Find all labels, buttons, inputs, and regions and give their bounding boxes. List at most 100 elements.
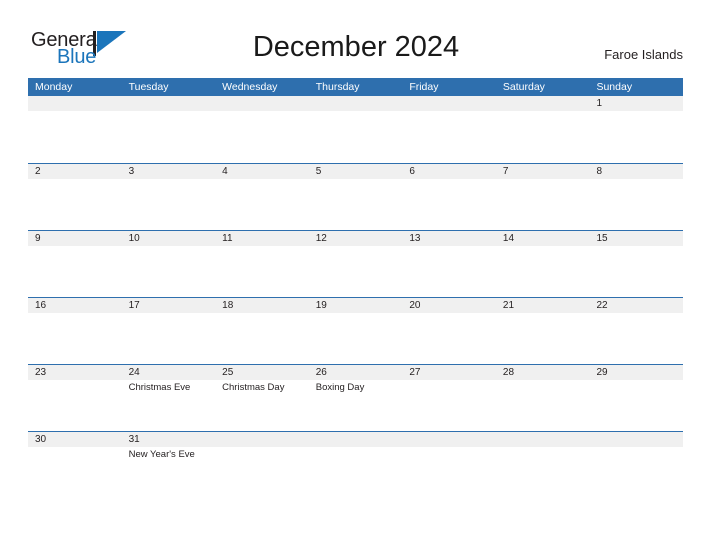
day-events	[35, 111, 122, 113]
week-cells: 16 17 18 19 20 21 22	[28, 298, 683, 365]
day-cell-20[interactable]: 20	[402, 298, 496, 365]
day-events	[409, 246, 496, 248]
day-events	[35, 313, 122, 315]
day-number: 1	[596, 98, 603, 109]
day-cell-19[interactable]: 19	[309, 298, 403, 365]
calendar-week-row: 23 24 Christmas Eve 25 Christmas Day 26 Boxing…	[28, 364, 683, 431]
calendar-week-row: 2 3 4 5 6 7 8	[28, 163, 683, 230]
day-number: 20	[409, 300, 421, 311]
day-cell-4[interactable]: 4	[215, 164, 309, 231]
weekday-header-sunday: Sunday	[596, 81, 633, 93]
day-events	[35, 179, 122, 181]
day-events	[409, 111, 496, 113]
day-cell-11[interactable]: 11	[215, 231, 309, 298]
day-events	[503, 313, 590, 315]
day-cell-21[interactable]: 21	[496, 298, 590, 365]
day-number: 21	[502, 300, 515, 311]
page-header: General Blue December 2024 Faroe Islands	[0, 0, 712, 78]
day-cell-16[interactable]: 16	[28, 298, 122, 365]
day-cell-7[interactable]: 7	[496, 164, 590, 231]
day-events	[316, 447, 403, 449]
calendar-week-row: 1	[28, 96, 683, 163]
day-number: 4	[222, 166, 228, 177]
day-events	[222, 111, 309, 113]
day-number	[409, 96, 496, 111]
event-label: Boxing Day	[315, 382, 365, 393]
weekday-header-thursday: Thursday	[315, 81, 360, 93]
day-events	[596, 246, 683, 248]
day-cell-empty	[402, 432, 496, 499]
day-number	[222, 96, 309, 111]
day-events: Christmas Day	[222, 380, 309, 394]
day-events	[316, 179, 403, 181]
weekday-header-saturday: Saturday	[502, 81, 545, 93]
day-events	[222, 179, 309, 181]
day-number: 17	[128, 300, 140, 311]
week-cells: 2 3 4 5 6 7 8	[28, 164, 683, 231]
calendar-weeks: 1 2 3 4 5 6 7 8 9 10 11 12 13 14 15 16 17 18 19 20 21 22 23 24 C…	[28, 96, 683, 498]
day-number	[316, 432, 403, 447]
day-events	[129, 313, 216, 315]
day-cell-22[interactable]: 22	[589, 298, 683, 365]
day-cell-31[interactable]: 31 New Year's Eve	[122, 432, 216, 499]
day-cell-14[interactable]: 14	[496, 231, 590, 298]
day-number: 8	[596, 166, 603, 177]
day-number	[35, 96, 122, 111]
day-events	[596, 447, 683, 449]
day-events	[316, 313, 403, 315]
day-number: 22	[596, 300, 608, 311]
day-number: 25	[222, 367, 234, 378]
day-cell-25[interactable]: 25 Christmas Day	[215, 365, 309, 432]
weekday-header-tuesday: Tuesday	[128, 81, 169, 93]
weekday-header-wednesday: Wednesday	[222, 81, 278, 93]
day-events	[409, 447, 496, 449]
day-cell-10[interactable]: 10	[122, 231, 216, 298]
day-cell-27[interactable]: 27	[402, 365, 496, 432]
day-cell-5[interactable]: 5	[309, 164, 403, 231]
day-cell-1[interactable]: 1	[589, 96, 683, 163]
calendar-week-row: 9 10 11 12 13 14 15	[28, 230, 683, 297]
day-cell-3[interactable]: 3	[122, 164, 216, 231]
day-number	[596, 432, 683, 447]
day-cell-8[interactable]: 8	[589, 164, 683, 231]
day-number: 2	[35, 166, 41, 177]
day-events	[222, 246, 309, 248]
day-cell-17[interactable]: 17	[122, 298, 216, 365]
event-label: Christmas Day	[222, 382, 285, 393]
day-cell-29[interactable]: 29	[589, 365, 683, 432]
day-cell-empty	[496, 432, 590, 499]
day-cell-empty	[28, 96, 122, 163]
day-events	[409, 179, 496, 181]
calendar-week-row: 16 17 18 19 20 21 22	[28, 297, 683, 364]
day-cell-15[interactable]: 15	[589, 231, 683, 298]
day-number: 31	[128, 434, 140, 445]
day-events	[596, 380, 683, 382]
day-cell-2[interactable]: 2	[28, 164, 122, 231]
day-cell-empty	[496, 96, 590, 163]
day-events	[409, 380, 496, 382]
day-events	[316, 111, 403, 113]
day-number: 28	[502, 367, 515, 378]
day-cell-empty	[309, 432, 403, 499]
day-number	[503, 432, 590, 447]
day-events	[503, 111, 590, 113]
day-number: 30	[35, 434, 47, 445]
day-events	[409, 313, 496, 315]
day-cell-12[interactable]: 12	[309, 231, 403, 298]
day-cell-30[interactable]: 30	[28, 432, 122, 499]
day-cell-26[interactable]: 26 Boxing Day	[309, 365, 403, 432]
day-cell-9[interactable]: 9	[28, 231, 122, 298]
day-cell-6[interactable]: 6	[402, 164, 496, 231]
day-cell-23[interactable]: 23	[28, 365, 122, 432]
day-number: 26	[315, 367, 327, 378]
day-cell-13[interactable]: 13	[402, 231, 496, 298]
day-number: 23	[35, 367, 47, 378]
day-events	[503, 179, 590, 181]
day-cell-18[interactable]: 18	[215, 298, 309, 365]
calendar-week-row: 30 31 New Year's Eve	[28, 431, 683, 498]
day-number: 10	[128, 233, 140, 244]
week-cells: 9 10 11 12 13 14 15	[28, 231, 683, 298]
day-number: 7	[502, 166, 509, 177]
day-cell-28[interactable]: 28	[496, 365, 590, 432]
day-cell-24[interactable]: 24 Christmas Eve	[122, 365, 216, 432]
